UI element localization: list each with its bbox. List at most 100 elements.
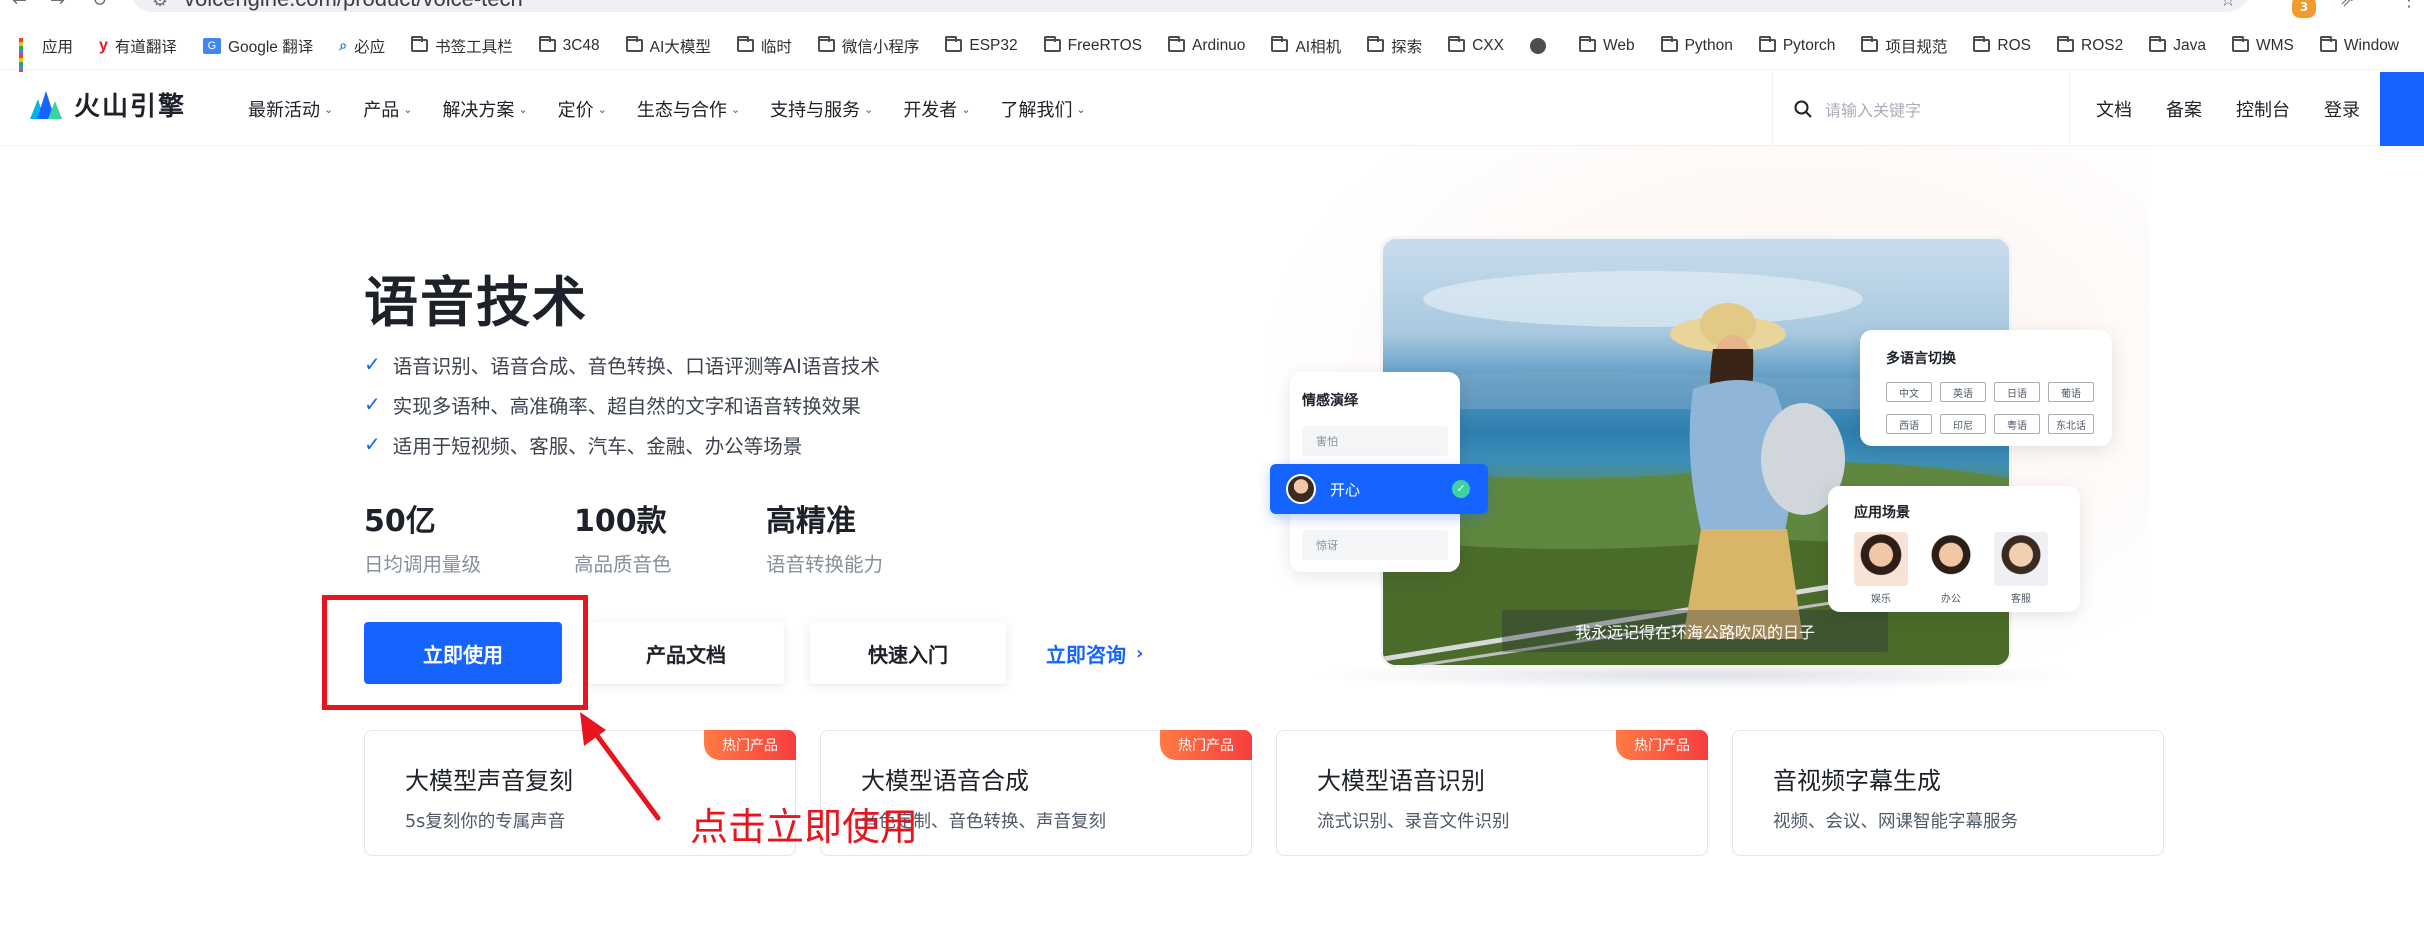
bookmark-apps[interactable]: 应用 — [6, 22, 86, 74]
bookmark-folder[interactable]: FreeRTOS — [1031, 22, 1155, 70]
language-tag[interactable]: 中文 — [1886, 382, 1932, 402]
bookmark-folder[interactable]: ROS — [1960, 22, 2044, 70]
menu-label: 了解我们 — [1000, 100, 1073, 121]
emotion-option[interactable]: 惊讶 — [1302, 530, 1448, 560]
bookmark-folder[interactable]: 探索 — [1354, 22, 1435, 70]
bookmark-label: CXX — [1472, 36, 1504, 54]
photo-caption: 我永远记得在环海公路吹风的日子 — [1502, 610, 1888, 652]
emotion-option-selected[interactable]: 开心 ✓ — [1270, 464, 1488, 514]
scene-item[interactable]: 客服 — [1994, 532, 2048, 605]
stat-accuracy: 高精准 语音转换能力 — [766, 496, 976, 577]
docs-link[interactable]: 文档 — [2096, 96, 2132, 122]
logo-text: 火山引擎 — [74, 92, 187, 122]
language-tag[interactable]: 东北话 — [2048, 414, 2094, 434]
bookmark-folder[interactable]: Web — [1566, 22, 1648, 70]
header-links: 文档 备案 控制台 登录 — [2096, 72, 2360, 146]
console-link[interactable]: 控制台 — [2236, 96, 2290, 122]
search-icon — [1794, 100, 1812, 118]
extension-badge[interactable]: 3 — [2292, 0, 2316, 18]
bookmark-globe[interactable] — [1517, 22, 1566, 70]
consult-link[interactable]: 立即咨询 › — [1046, 622, 1143, 684]
menu-item-developers[interactable]: 开发者 ⌄ — [903, 96, 970, 122]
menu-item-pricing[interactable]: 定价 ⌄ — [558, 96, 607, 122]
bookmark-folder[interactable]: Python — [1648, 22, 1746, 70]
emotion-option[interactable]: 害怕 — [1302, 426, 1448, 456]
check-icon: ✓ — [364, 432, 381, 456]
bookmark-folder[interactable]: Window — [2307, 22, 2412, 70]
bookmark-folder[interactable]: 项目规范 — [1848, 22, 1960, 70]
bookmark-label: Ardinuo — [1192, 36, 1246, 54]
bookmark-label: 应用 — [42, 38, 74, 56]
feature-text: 适用于短视频、客服、汽车、金融、办公等场景 — [392, 434, 803, 458]
product-desc: 音色定制、音色转换、声音复刻 — [861, 812, 1106, 832]
bookmark-google-translate[interactable]: G Google 翻译 — [190, 22, 326, 70]
menu-item-support[interactable]: 支持与服务 ⌄ — [770, 96, 873, 122]
bookmark-folder[interactable]: Ardinuo — [1155, 22, 1258, 70]
menu-icon[interactable]: ⋮ — [2400, 0, 2418, 11]
chevron-down-icon: ⌄ — [730, 102, 741, 116]
language-tag[interactable]: 英语 — [1940, 382, 1986, 402]
menu-item-about[interactable]: 了解我们 ⌄ — [1001, 96, 1086, 122]
forward-icon[interactable]: → — [50, 0, 65, 11]
product-card-asr[interactable]: 热门产品 大模型语音识别 流式识别、录音文件识别 — [1276, 730, 1708, 856]
search-input[interactable]: 请输入关键字 — [1825, 97, 1921, 121]
site-info-icon[interactable]: ⚙ — [152, 0, 168, 11]
bookmark-label: ROS — [1997, 36, 2032, 54]
bookmark-folder[interactable]: WMS — [2219, 22, 2307, 70]
menu-label: 最新活动 — [248, 100, 320, 121]
bookmark-folder[interactable]: AI相机 — [1258, 22, 1354, 70]
bookmark-star-icon[interactable]: ☆ — [2220, 0, 2236, 11]
scene-label: 娱乐 — [1871, 594, 1891, 605]
quickstart-button[interactable]: 快速入门 — [810, 622, 1006, 684]
folder-icon — [411, 36, 429, 52]
register-button[interactable] — [2380, 72, 2424, 146]
product-card-subtitles[interactable]: 音视频字幕生成 视频、会议、网课智能字幕服务 — [1732, 730, 2164, 856]
bookmark-bing[interactable]: ⌕ 必应 — [326, 22, 398, 70]
share-icon[interactable]: ⇗ — [2340, 0, 2355, 11]
language-tags: 中文 英语 日语 葡语 西语 印尼 粤语 东北话 — [1886, 382, 2098, 434]
bookmark-folder[interactable]: 书签工具栏 — [398, 22, 526, 70]
bookmark-label: 微信小程序 — [841, 38, 920, 56]
language-tag[interactable]: 西语 — [1886, 414, 1932, 434]
hot-badge: 热门产品 — [704, 730, 796, 760]
product-docs-button[interactable]: 产品文档 — [588, 622, 784, 684]
site-search[interactable]: 请输入关键字 — [1772, 72, 2070, 146]
bookmark-youdao[interactable]: y 有道翻译 — [86, 22, 190, 70]
menu-item-ecosystem[interactable]: 生态与合作 ⌄ — [637, 96, 740, 122]
bookmark-folder[interactable]: 3C48 — [526, 22, 613, 70]
bookmark-folder[interactable]: 临时 — [724, 22, 805, 70]
scene-item[interactable]: 娱乐 — [1854, 532, 1908, 605]
scene-item[interactable]: 办公 — [1924, 532, 1978, 605]
scene-avatar — [1854, 532, 1908, 586]
reload-icon[interactable]: ↻ — [92, 0, 107, 11]
menu-item-events[interactable]: 最新活动 ⌄ — [248, 96, 333, 122]
feature-item: ✓ 实现多语种、高准确率、超自然的文字和语音转换效果 — [364, 384, 880, 424]
feature-item: ✓ 语音识别、语音合成、音色转换、口语评测等AI语音技术 — [364, 344, 880, 384]
language-tag[interactable]: 印尼 — [1940, 414, 1986, 434]
browser-toolbar: ← → ↻ ⚙ volcengine.com/product/voice-tec… — [0, 0, 2424, 18]
language-tag[interactable]: 粤语 — [1994, 414, 2040, 434]
bookmark-folder[interactable]: AI大模型 — [613, 22, 724, 70]
menu-label: 定价 — [557, 100, 594, 121]
menu-item-solutions[interactable]: 解决方案 ⌄ — [442, 96, 527, 122]
bookmark-folder[interactable]: Pytorch — [1746, 22, 1849, 70]
bookmark-label: Web — [1602, 36, 1635, 54]
logo[interactable]: 火山引擎 — [28, 86, 186, 123]
stats-row: 50亿 日均调用量级 100款 高品质音色 高精准 语音转换能力 — [364, 496, 976, 577]
menu-item-products[interactable]: 产品 ⌄ — [363, 96, 412, 122]
bookmark-label: 临时 — [760, 38, 792, 56]
language-tag[interactable]: 日语 — [1994, 382, 2040, 402]
folder-icon — [1973, 36, 1991, 52]
bookmark-folder[interactable]: ROS2 — [2044, 22, 2136, 70]
back-icon[interactable]: ← — [12, 0, 27, 11]
filing-link[interactable]: 备案 — [2166, 96, 2202, 122]
bookmark-folder[interactable]: 微信小程序 — [805, 22, 933, 70]
bookmark-folder[interactable]: ESP32 — [932, 22, 1030, 70]
google-translate-icon: G — [202, 37, 221, 54]
login-link[interactable]: 登录 — [2324, 96, 2360, 122]
language-tag[interactable]: 葡语 — [2048, 382, 2094, 402]
bookmark-folder[interactable]: CXX — [1435, 22, 1517, 70]
scene-label: 客服 — [2011, 594, 2031, 605]
bookmark-folder[interactable]: Java — [2136, 22, 2219, 70]
address-text[interactable]: volcengine.com/product/voice-tech — [184, 0, 523, 12]
